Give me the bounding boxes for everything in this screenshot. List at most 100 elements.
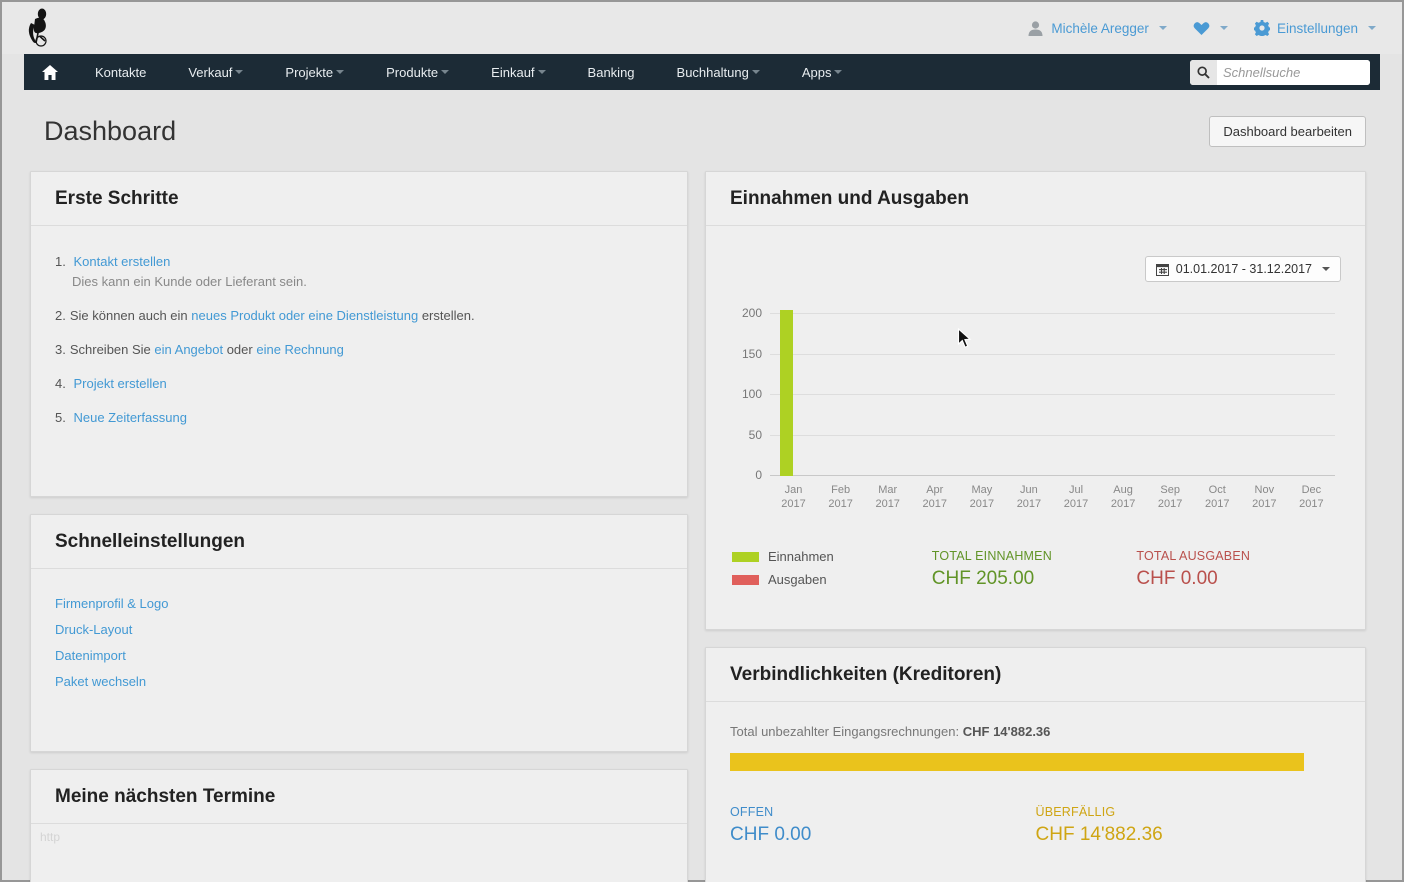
settings-label: Einstellungen [1277,21,1358,36]
chevron-down-icon [538,70,546,74]
date-range-button[interactable]: 01.01.2017 - 31.12.2017 [1145,256,1341,282]
nav-item-kontakte[interactable]: Kontakte [74,54,167,90]
chart-slot-dec-2017 [1288,306,1335,476]
legend-swatch-ausgaben [732,575,759,585]
x-tick-label: May2017 [958,483,1005,511]
ueberfaellig-stat: ÜBERFÄLLIG CHF 14'882.36 [1036,805,1342,846]
chart-slot-sep-2017 [1147,306,1194,476]
list-item: 5. Neue Zeiterfassung [55,408,663,428]
date-range-label: 01.01.2017 - 31.12.2017 [1176,262,1312,276]
y-tick-label: 100 [730,387,762,401]
einnahmen-ausgaben-panel: Einnahmen und Ausgaben 01.01.2017 - 31.1… [705,171,1366,630]
chart-slot-feb-2017 [817,306,864,476]
verbindlichkeiten-panel: Verbindlichkeiten (Kreditoren) Total unb… [705,647,1366,882]
link-projekt-erstellen[interactable]: Projekt erstellen [73,376,166,391]
logo [24,6,56,51]
chart: 050100150200 Jan2017Feb2017Mar2017Apr201… [732,306,1335,511]
link-kontakt-erstellen[interactable]: Kontakt erstellen [73,254,170,269]
chart-legend: Einnahmen Ausgaben [730,549,932,595]
panel-title: Meine nächsten Termine [55,786,663,808]
link-paket-wechseln[interactable]: Paket wechseln [55,675,663,688]
chevron-down-icon [441,70,449,74]
heart-icon [1193,21,1210,36]
top-header: Michèle Aregger Einstellungen [2,2,1402,54]
chevron-down-icon [1322,267,1330,271]
chart-slot-may-2017 [958,306,1005,476]
dashboard-content: Erste Schritte 1. Kontakt erstellen Dies… [2,171,1402,882]
edit-dashboard-button[interactable]: Dashboard bearbeiten [1209,116,1366,147]
link-neue-zeiterfassung[interactable]: Neue Zeiterfassung [73,410,186,425]
favorites-menu[interactable] [1193,21,1228,36]
x-tick-label: Dec2017 [1288,483,1335,511]
nav-item-produkte[interactable]: Produkte [365,54,470,90]
steps-list: 1. Kontakt erstellen Dies kann ein Kunde… [55,242,663,472]
chevron-down-icon [1220,26,1228,30]
chart-slot-jan-2017 [770,306,817,476]
nav-item-buchhaltung[interactable]: Buchhaltung [656,54,781,90]
gear-icon [1254,20,1270,36]
chevron-down-icon [752,70,760,74]
app-window: { "header": { "user_name": "Michèle Areg… [0,0,1404,882]
chart-slot-nov-2017 [1241,306,1288,476]
page-header: Dashboard Dashboard bearbeiten [2,90,1402,147]
nav-item-banking[interactable]: Banking [567,54,656,90]
chevron-down-icon [834,70,842,74]
chart-slot-mar-2017 [864,306,911,476]
total-einnahmen: TOTAL EINNAHMEN CHF 205.00 [932,549,1137,590]
settings-menu[interactable]: Einstellungen [1254,20,1376,36]
search-input[interactable] [1217,60,1370,85]
y-tick-label: 50 [730,428,762,442]
search-icon [1190,60,1217,85]
list-item: 3.Schreiben Sie ein Angebot oder eine Re… [55,340,663,360]
search-box [1190,60,1370,85]
bar-einnahmen-jan-2017 [780,310,793,476]
link-firmenprofil-logo[interactable]: Firmenprofil & Logo [55,597,663,610]
overdue-progress-fill [730,753,1304,771]
nav-item-projekte[interactable]: Projekte [264,54,365,90]
chevron-down-icon [235,70,243,74]
y-tick-label: 150 [730,347,762,361]
empty-termine-text: Keine offenen Termine vorhanden [55,840,663,882]
x-tick-label: Nov2017 [1241,483,1288,511]
x-tick-label: Jan2017 [770,483,817,511]
nav-item-apps[interactable]: Apps [781,54,864,90]
link-angebot[interactable]: ein Angebot [154,342,223,357]
list-item: 1. Kontakt erstellen Dies kann ein Kunde… [55,252,663,292]
chevron-down-icon [1368,26,1376,30]
overdue-progress-bar [730,753,1341,771]
list-item: 2.Sie können auch ein neues Produkt oder… [55,306,663,326]
x-tick-label: Jul2017 [1052,483,1099,511]
link-druck-layout[interactable]: Druck-Layout [55,623,663,636]
panel-title: Schnelleinstellungen [55,531,663,553]
user-icon [1027,20,1044,37]
chevron-down-icon [1159,26,1167,30]
nav-item-einkauf[interactable]: Einkauf [470,54,566,90]
x-tick-label: Feb2017 [817,483,864,511]
user-menu[interactable]: Michèle Aregger [1027,20,1167,37]
chart-slot-jul-2017 [1052,306,1099,476]
chart-plot-area: 050100150200 [770,306,1335,476]
total-ausgaben: TOTAL AUSGABEN CHF 0.00 [1136,549,1341,590]
x-tick-label: Aug2017 [1100,483,1147,511]
step-note: Dies kann ein Kunde oder Lieferant sein. [72,272,663,292]
chart-slot-apr-2017 [911,306,958,476]
link-datenimport[interactable]: Datenimport [55,649,663,662]
x-tick-label: Oct2017 [1194,483,1241,511]
x-tick-label: Sep2017 [1147,483,1194,511]
nav-home[interactable] [24,54,74,90]
home-icon [42,65,58,80]
panel-title: Verbindlichkeiten (Kreditoren) [730,664,1341,686]
nav-item-verkauf[interactable]: Verkauf [167,54,264,90]
y-tick-label: 200 [730,306,762,320]
x-tick-label: Mar2017 [864,483,911,511]
link-rechnung[interactable]: eine Rechnung [256,342,343,357]
kreditoren-total-line: Total unbezahlter Eingangsrechnungen: CH… [730,724,1341,739]
kreditoren-total-value: CHF 14'882.36 [963,724,1051,739]
calendar-icon [1156,263,1169,276]
legend-ausgaben: Ausgaben [732,572,932,587]
quick-links: Firmenprofil & Logo Druck-Layout Datenim… [55,585,663,727]
main-navbar: Kontakte Verkauf Projekte Produkte Einka… [24,54,1380,90]
x-tick-label: Jun2017 [1005,483,1052,511]
chart-slot-jun-2017 [1005,306,1052,476]
link-neues-produkt[interactable]: neues Produkt oder eine Dienstleistung [191,308,418,323]
